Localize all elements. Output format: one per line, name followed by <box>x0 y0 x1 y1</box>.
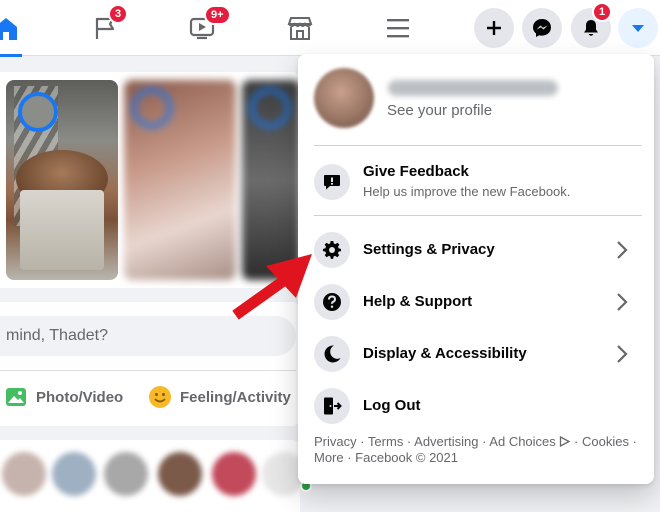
plus-icon <box>487 21 501 35</box>
logout-icon-wrap <box>314 388 350 424</box>
log-out-label: Log Out <box>363 397 421 414</box>
chevron-right-icon <box>617 241 628 259</box>
nav-tab-menu[interactable] <box>378 0 418 56</box>
footer-links-cookies[interactable]: · Cookies · <box>570 434 637 449</box>
profile-name-blurred <box>388 80 558 96</box>
top-navigation-bar: 3 9+ 1 <box>0 0 660 57</box>
smiley-icon <box>149 386 171 408</box>
messenger-button[interactable] <box>522 8 562 48</box>
contact-avatar[interactable] <box>212 452 256 496</box>
footer-links[interactable]: Privacy · Terms · Advertising · Ad Choic… <box>314 434 556 449</box>
moon-icon-wrap <box>314 336 350 372</box>
create-button[interactable] <box>474 8 514 48</box>
help-support-label: Help & Support <box>363 293 473 310</box>
contact-avatar[interactable] <box>2 452 46 496</box>
contact-avatar[interactable] <box>158 452 202 496</box>
see-profile-label: See your profile <box>387 102 493 119</box>
store-icon <box>287 17 313 40</box>
feedback-icon <box>324 175 340 190</box>
give-feedback-label: Give Feedback <box>363 163 469 180</box>
nav-tab-pages[interactable]: 3 <box>84 0 129 56</box>
caret-down-icon <box>632 25 644 32</box>
see-profile-row[interactable]: See your profile <box>306 62 646 134</box>
nav-tab-watch[interactable]: 9+ <box>178 0 231 56</box>
story-card[interactable] <box>124 80 236 280</box>
account-menu-button[interactable] <box>618 8 658 48</box>
whats-on-your-mind-input[interactable]: mind, Thadet? <box>0 316 296 356</box>
active-tab-indicator <box>0 54 22 57</box>
notifications-badge: 1 <box>592 2 613 22</box>
menu-divider <box>314 145 642 146</box>
settings-privacy-item[interactable]: Settings & Privacy <box>306 224 646 276</box>
photo-icon <box>6 388 26 406</box>
photo-video-label: Photo/Video <box>36 388 124 406</box>
watch-badge: 9+ <box>204 5 231 25</box>
settings-privacy-label: Settings & Privacy <box>363 241 495 258</box>
photo-video-button[interactable]: Photo/Video <box>4 382 123 412</box>
nav-tab-home[interactable] <box>0 0 22 57</box>
account-dropdown-menu: See your profile Give Feedback Help us i… <box>298 54 654 484</box>
question-icon <box>323 293 341 311</box>
contact-avatar[interactable] <box>104 452 148 496</box>
gear-icon <box>322 240 341 259</box>
gear-icon-wrap <box>314 232 350 268</box>
display-accessibility-item[interactable]: Display & Accessibility <box>306 328 646 380</box>
messenger-icon <box>533 19 551 37</box>
question-icon-wrap <box>314 284 350 320</box>
menu-divider <box>314 215 642 216</box>
story-avatar <box>18 92 58 132</box>
give-feedback-subtitle: Help us improve the new Facebook. <box>363 184 571 199</box>
menu-footer: Privacy · Terms · Advertising · Ad Choic… <box>314 434 644 466</box>
hamburger-icon <box>387 19 409 38</box>
footer-links-line2[interactable]: More · Facebook © 2021 <box>314 450 644 466</box>
display-accessibility-label: Display & Accessibility <box>363 345 527 362</box>
divider <box>0 370 296 371</box>
annotation-arrow <box>232 254 312 320</box>
footer-links-line1: Privacy · Terms · Advertising · Ad Choic… <box>314 434 644 450</box>
feedback-icon-wrap <box>314 164 350 200</box>
story-card[interactable] <box>6 80 118 280</box>
story-avatar <box>132 88 172 128</box>
profile-avatar <box>314 68 374 128</box>
nav-tab-marketplace[interactable] <box>280 0 320 56</box>
story-image <box>20 190 104 270</box>
feeling-activity-button[interactable]: Feeling/Activity <box>148 382 291 412</box>
home-icon <box>0 18 17 40</box>
chevron-right-icon <box>617 345 628 363</box>
pages-badge: 3 <box>108 4 129 24</box>
ad-choices-icon <box>560 435 571 448</box>
log-out-item[interactable]: Log Out <box>306 380 646 432</box>
feeling-activity-label: Feeling/Activity <box>180 388 291 406</box>
help-support-item[interactable]: Help & Support <box>306 276 646 328</box>
rooms-bar <box>0 440 312 512</box>
give-feedback-item[interactable]: Give Feedback Help us improve the new Fa… <box>306 154 646 210</box>
logout-icon <box>324 397 342 415</box>
post-composer: mind, Thadet? Photo/Video Feeling/Activi… <box>0 302 300 426</box>
story-avatar <box>250 88 290 128</box>
moon-icon <box>324 345 341 363</box>
chevron-right-icon <box>617 293 628 311</box>
contact-avatar[interactable] <box>52 452 96 496</box>
